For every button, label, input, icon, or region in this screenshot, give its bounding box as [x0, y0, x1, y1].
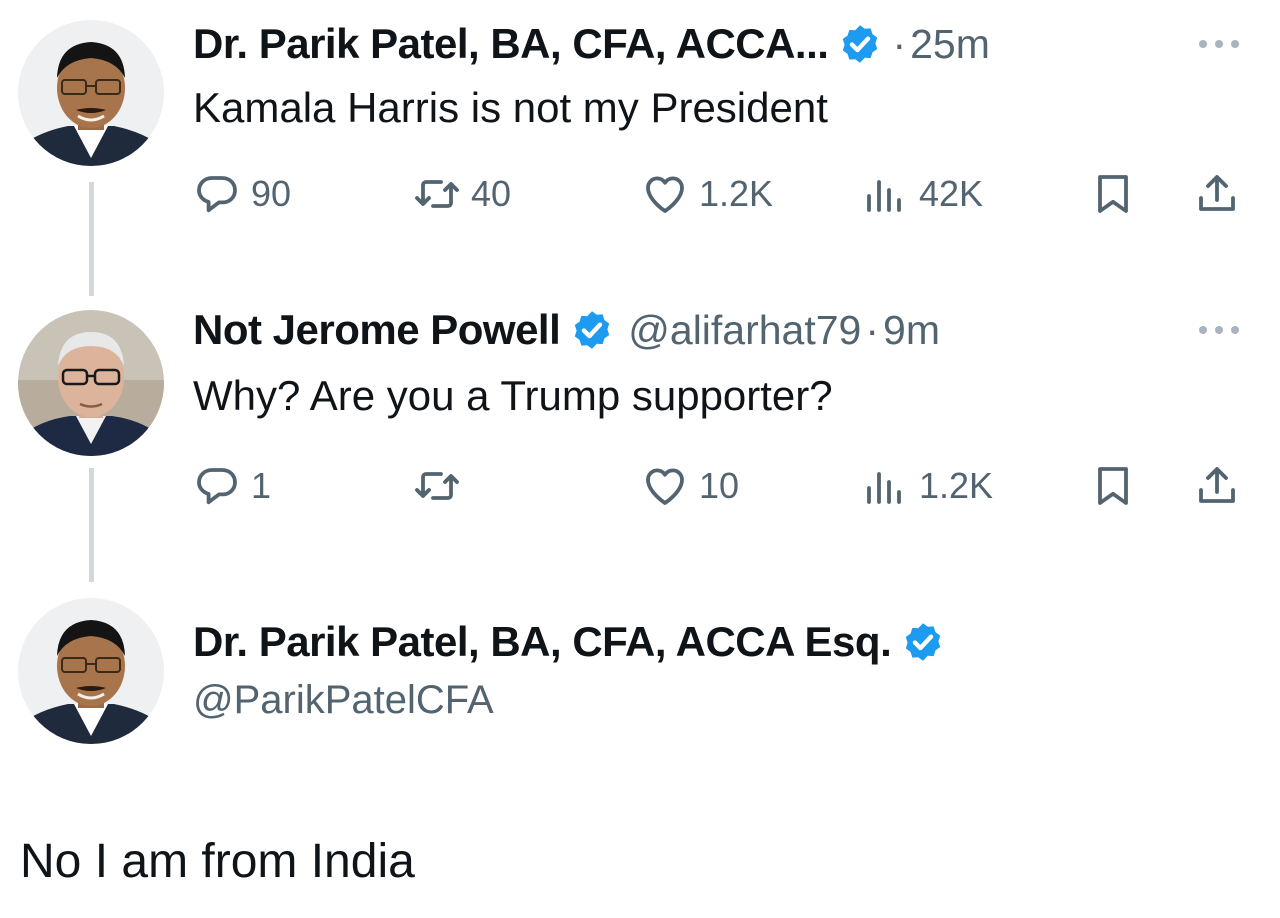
display-name[interactable]: Dr. Parik Patel, BA, CFA, ACCA... — [193, 20, 829, 68]
reply-button[interactable]: 1 — [193, 458, 271, 514]
tweet-2[interactable]: Not Jerome Powell @alifarhat79 · 9m Why?… — [0, 300, 1280, 590]
avatar[interactable] — [18, 598, 164, 744]
views-icon — [867, 472, 901, 504]
more-icon[interactable] — [1196, 34, 1242, 54]
action-bar: 1 10 1.2K — [193, 458, 1247, 514]
display-name[interactable]: Not Jerome Powell — [193, 306, 561, 354]
verified-badge-icon — [570, 308, 614, 352]
author-header: Dr. Parik Patel, BA, CFA, ACCA Esq. — [193, 612, 951, 672]
avatar-parik-patel-icon — [18, 598, 164, 744]
heart-icon — [646, 176, 684, 213]
retweet-count: 40 — [471, 173, 512, 214]
reply-icon — [197, 176, 237, 213]
share-icon — [1199, 467, 1235, 503]
reply-count: 1 — [251, 465, 272, 506]
retweet-icon — [415, 472, 459, 500]
tweet-text: Why? Are you a Trump supporter? — [193, 372, 833, 419]
bookmark-icon — [1098, 467, 1128, 505]
separator-dot: · — [892, 20, 907, 67]
heart-icon — [646, 468, 684, 505]
retweet-button[interactable]: 40 — [413, 166, 511, 222]
reply-icon — [197, 468, 237, 505]
bookmark-icon — [1098, 175, 1128, 213]
user-handle[interactable]: @alifarhat79 — [628, 307, 861, 354]
timestamp[interactable]: 9m — [883, 307, 940, 354]
views-count: 1.2K — [919, 465, 994, 506]
reply-author[interactable]: Dr. Parik Patel, BA, CFA, ACCA Esq. @Par… — [0, 590, 1280, 760]
bookmark-button[interactable] — [1089, 458, 1137, 514]
tweet-header: Not Jerome Powell @alifarhat79 · 9m — [193, 300, 940, 360]
avatar-parik-patel-icon — [18, 20, 164, 166]
share-icon — [1199, 175, 1235, 211]
like-button[interactable]: 1.2K — [641, 166, 773, 222]
views-icon — [867, 180, 901, 212]
retweet-button[interactable] — [413, 458, 471, 514]
reply-count: 90 — [251, 173, 292, 214]
tweet-header: Dr. Parik Patel, BA, CFA, ACCA... · 25m — [193, 14, 990, 74]
reply-text: No I am from India — [20, 835, 415, 888]
avatar[interactable] — [18, 310, 164, 456]
verified-badge-icon — [901, 620, 945, 664]
avatar-not-jerome-powell-icon — [18, 310, 164, 456]
reply-button[interactable]: 90 — [193, 166, 291, 222]
thread-line — [89, 468, 94, 582]
views-count: 42K — [919, 173, 984, 214]
tweet-text: Kamala Harris is not my President — [193, 84, 828, 131]
share-button[interactable] — [1193, 166, 1241, 222]
bookmark-button[interactable] — [1089, 166, 1137, 222]
retweet-icon — [415, 180, 459, 208]
like-button[interactable]: 10 — [641, 458, 739, 514]
avatar[interactable] — [18, 20, 164, 166]
tweet-1[interactable]: Dr. Parik Patel, BA, CFA, ACCA... · 25m … — [0, 0, 1280, 300]
like-count: 1.2K — [699, 173, 774, 214]
views-button[interactable]: 42K — [861, 166, 983, 222]
more-icon[interactable] — [1196, 320, 1242, 340]
views-button[interactable]: 1.2K — [861, 458, 993, 514]
share-button[interactable] — [1193, 458, 1241, 514]
thread-line — [89, 182, 94, 296]
separator-dot: · — [865, 306, 880, 353]
display-name[interactable]: Dr. Parik Patel, BA, CFA, ACCA Esq. — [193, 618, 892, 666]
user-handle[interactable]: @ParikPatelCFA — [193, 678, 494, 723]
verified-badge-icon — [838, 22, 882, 66]
action-bar: 90 40 1.2K 42K — [193, 166, 1247, 222]
timestamp[interactable]: 25m — [910, 21, 990, 68]
like-count: 10 — [699, 465, 740, 506]
